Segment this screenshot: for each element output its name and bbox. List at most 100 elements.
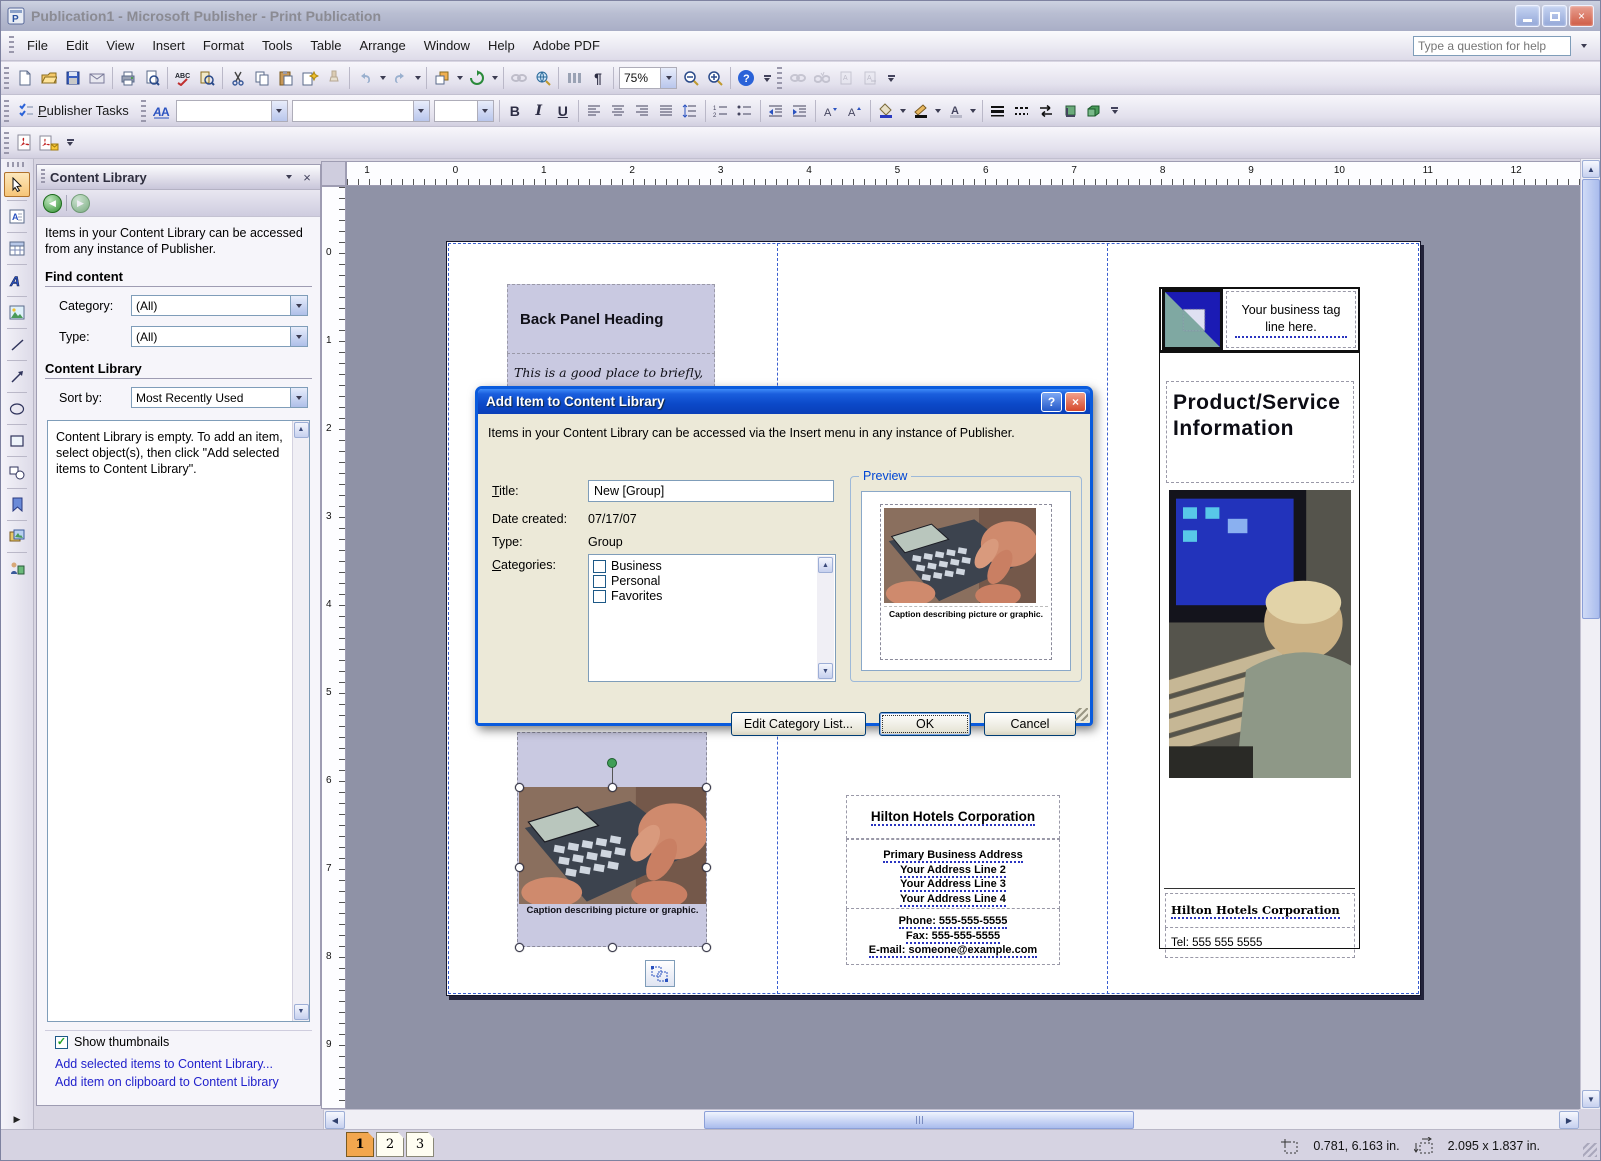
sort-by-select[interactable]: Most Recently Used bbox=[131, 387, 308, 408]
redo-dropdown[interactable] bbox=[412, 66, 423, 90]
font-combo[interactable] bbox=[292, 100, 430, 122]
task-pane-close-icon[interactable]: × bbox=[298, 168, 316, 186]
wordart-tool[interactable]: A bbox=[4, 268, 30, 293]
handle-mid-left[interactable] bbox=[515, 863, 524, 872]
close-button[interactable]: × bbox=[1569, 5, 1594, 27]
tagline-box[interactable]: Your business tag line here. bbox=[1226, 291, 1356, 348]
oval-tool[interactable] bbox=[4, 396, 30, 421]
paste-special-button[interactable] bbox=[298, 66, 322, 90]
increase-indent-button[interactable] bbox=[788, 99, 812, 123]
window-resize-grip[interactable] bbox=[1583, 1143, 1597, 1157]
category-dropdown-icon[interactable] bbox=[290, 296, 307, 315]
zoom-combo[interactable]: 75% bbox=[619, 67, 677, 89]
dash-style-button[interactable] bbox=[1010, 99, 1034, 123]
cut-button[interactable] bbox=[226, 66, 250, 90]
numbering-button[interactable]: 12 bbox=[709, 99, 733, 123]
scroll-right-button[interactable]: ▶ bbox=[1559, 1111, 1579, 1129]
category-row-personal[interactable]: Personal bbox=[593, 574, 815, 588]
content-library-tool[interactable] bbox=[4, 556, 30, 581]
handle-top-right[interactable] bbox=[702, 783, 711, 792]
objects-toolbar-grip[interactable] bbox=[7, 162, 27, 167]
cancel-button[interactable]: Cancel bbox=[984, 712, 1076, 736]
copy-button[interactable] bbox=[250, 66, 274, 90]
previous-text-box-button[interactable]: A bbox=[834, 66, 858, 90]
free-rotate-button[interactable] bbox=[465, 66, 489, 90]
product-service-box[interactable]: Product/Service Information bbox=[1166, 381, 1354, 483]
categories-list[interactable]: Business Personal Favorites ▲ ▼ bbox=[588, 554, 836, 682]
line-spacing-button[interactable] bbox=[678, 99, 702, 123]
page-2-button[interactable]: 2 bbox=[376, 1132, 404, 1157]
menu-adobe-pdf[interactable]: Adobe PDF bbox=[524, 34, 609, 57]
horizontal-scrollbar[interactable]: ◀ ▶ bbox=[323, 1109, 1581, 1131]
bring-to-front-button[interactable] bbox=[430, 66, 454, 90]
maximize-button[interactable] bbox=[1542, 5, 1567, 27]
new-document-button[interactable] bbox=[13, 66, 37, 90]
convert-to-pdf-email-button[interactable] bbox=[37, 131, 61, 155]
dialog-title-bar[interactable]: Add Item to Content Library ? × bbox=[478, 389, 1090, 414]
threed-style-button[interactable] bbox=[1082, 99, 1106, 123]
text-box-tool[interactable]: A bbox=[4, 204, 30, 229]
rotation-handle[interactable] bbox=[607, 758, 617, 768]
show-thumbnails-checkbox[interactable]: ✓ bbox=[55, 1036, 68, 1049]
menu-tools[interactable]: Tools bbox=[253, 34, 301, 57]
handle-bottom-right[interactable] bbox=[702, 943, 711, 952]
convert-to-pdf-button[interactable] bbox=[13, 131, 37, 155]
align-left-button[interactable] bbox=[582, 99, 606, 123]
category-select[interactable]: (All) bbox=[131, 295, 308, 316]
scroll-left-button[interactable]: ◀ bbox=[325, 1111, 345, 1129]
formatting-grip-2[interactable] bbox=[141, 100, 146, 122]
task-pane-menu-icon[interactable] bbox=[280, 168, 298, 186]
spelling-button[interactable]: ABC bbox=[171, 66, 195, 90]
open-button[interactable] bbox=[37, 66, 61, 90]
category-row-favorites[interactable]: Favorites bbox=[593, 589, 815, 603]
save-button[interactable] bbox=[61, 66, 85, 90]
print-button[interactable] bbox=[116, 66, 140, 90]
styles-button[interactable]: AA bbox=[150, 99, 174, 123]
line-tool[interactable] bbox=[4, 332, 30, 357]
menu-help[interactable]: Help bbox=[479, 34, 524, 57]
ok-button[interactable]: OK bbox=[879, 712, 971, 736]
scroll-down-icon[interactable]: ▼ bbox=[294, 1004, 309, 1020]
content-library-list[interactable]: Content Library is empty. To add an item… bbox=[47, 420, 310, 1022]
toolbar-options-button[interactable] bbox=[760, 65, 774, 91]
handle-top-left[interactable] bbox=[515, 783, 524, 792]
handle-top-center[interactable] bbox=[608, 783, 617, 792]
categories-scrollbar[interactable]: ▲ ▼ bbox=[817, 556, 834, 680]
toolbar-grip-2[interactable] bbox=[777, 67, 782, 89]
line-color-dropdown[interactable] bbox=[933, 99, 944, 123]
fill-color-button[interactable] bbox=[874, 99, 898, 123]
menu-edit[interactable]: Edit bbox=[57, 34, 97, 57]
back-panel-heading-box[interactable]: Back Panel Heading bbox=[507, 284, 715, 354]
italic-button[interactable]: I bbox=[527, 99, 551, 123]
print-preview-button[interactable] bbox=[140, 66, 164, 90]
unlink-text-boxes-button[interactable] bbox=[810, 66, 834, 90]
dialog-close-icon[interactable]: × bbox=[1065, 392, 1086, 412]
menu-grip[interactable] bbox=[9, 36, 14, 56]
selected-picture-group[interactable]: Caption describing picture or graphic. bbox=[517, 732, 709, 964]
columns-button[interactable] bbox=[562, 66, 586, 90]
publisher-tasks-button[interactable]: Publisher Tasks bbox=[13, 98, 138, 124]
business-checkbox[interactable] bbox=[593, 560, 606, 573]
handle-mid-right[interactable] bbox=[702, 863, 711, 872]
font-size-combo[interactable] bbox=[434, 100, 494, 122]
menu-file[interactable]: File bbox=[18, 34, 57, 57]
company-name-box[interactable]: Hilton Hotels Corporation bbox=[846, 795, 1060, 839]
picture-frame[interactable]: Caption describing picture or graphic. bbox=[519, 787, 706, 947]
email-button[interactable] bbox=[85, 66, 109, 90]
task-pane-grip[interactable] bbox=[41, 169, 45, 185]
bullets-button[interactable] bbox=[733, 99, 757, 123]
picture-frame-tool[interactable] bbox=[4, 300, 30, 325]
formatting-grip[interactable] bbox=[4, 100, 9, 122]
select-objects-tool[interactable] bbox=[4, 172, 30, 197]
page-1-button[interactable]: 1 bbox=[346, 1132, 374, 1157]
objects-toolbar-expand[interactable]: ▶ bbox=[14, 1114, 21, 1129]
handle-bottom-center[interactable] bbox=[608, 943, 617, 952]
dialog-resize-grip[interactable] bbox=[1075, 708, 1088, 721]
logo-box[interactable]: Your business tag line here. bbox=[1159, 287, 1360, 352]
front-tel-box[interactable]: Tel: 555 555 5555 bbox=[1165, 928, 1355, 958]
edit-category-list-button[interactable]: Edit Category List... bbox=[731, 712, 866, 736]
order-dropdown[interactable] bbox=[454, 66, 465, 90]
category-row-business[interactable]: Business bbox=[593, 559, 815, 573]
add-selected-items-link[interactable]: Add selected items to Content Library... bbox=[55, 1057, 306, 1071]
shrink-font-button[interactable]: A bbox=[819, 99, 843, 123]
